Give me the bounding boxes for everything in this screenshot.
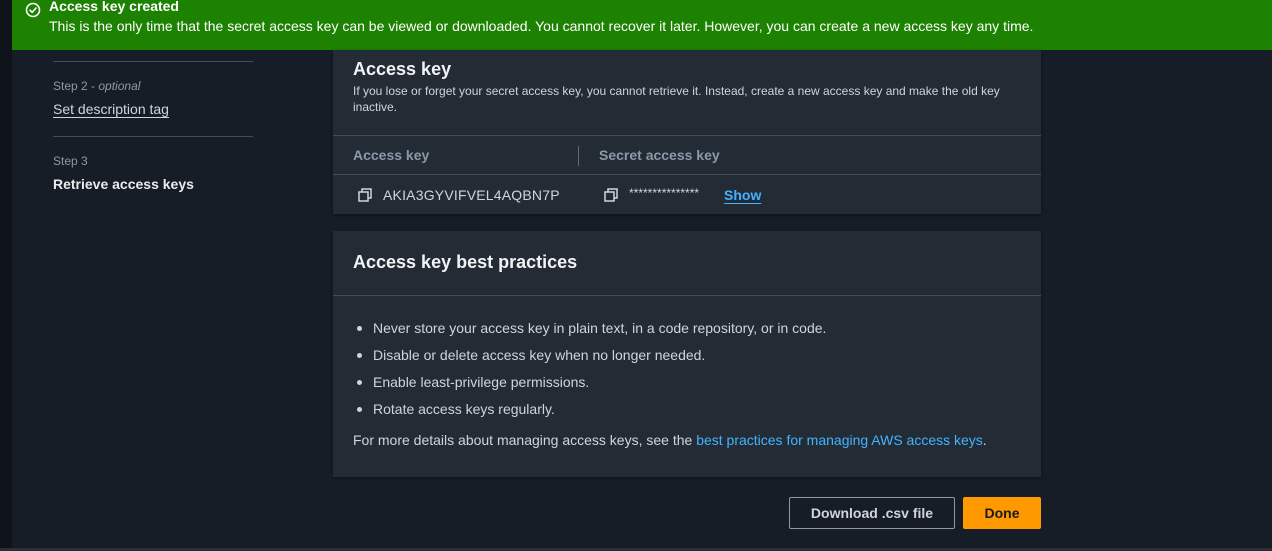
window-left-edge [0, 0, 12, 551]
flash-title: Access key created [49, 0, 179, 14]
list-item: Rotate access keys regularly. [353, 400, 826, 427]
more-details-prefix: For more details about managing access k… [353, 432, 697, 448]
done-button[interactable]: Done [963, 497, 1041, 529]
access-key-card: Access key If you lose or forget your se… [333, 50, 1041, 214]
list-item: Disable or delete access key when no lon… [353, 346, 826, 373]
step-2-optional: optional [98, 79, 141, 93]
success-check-icon [25, 2, 41, 18]
step-3-current: Retrieve access keys [53, 176, 194, 192]
column-separator [578, 146, 579, 166]
flash-message: This is the only time that the secret ac… [49, 18, 1034, 34]
best-practices-list: Never store your access key in plain tex… [353, 319, 826, 427]
table-row: AKIA3GYVIFVEL4AQBN7P *************** Sho… [333, 175, 1041, 214]
access-key-card-description: If you lose or forget your secret access… [353, 84, 1000, 114]
card-divider [333, 295, 1041, 296]
download-csv-button[interactable]: Download .csv file [789, 497, 955, 529]
access-key-card-title: Access key [353, 59, 452, 79]
step-2-link[interactable]: Set description tag [53, 101, 169, 117]
access-key-table-header: Access key Secret access key [333, 136, 1041, 174]
list-item: Enable least-privilege permissions. [353, 373, 826, 400]
show-secret-link[interactable]: Show [724, 187, 761, 203]
best-practices-title: Access key best practices [353, 252, 578, 272]
column-header-access-key: Access key [353, 147, 430, 163]
list-item: Never store your access key in plain tex… [353, 319, 826, 346]
step-2-number: Step 2 [53, 79, 88, 93]
more-details-suffix: . [982, 432, 987, 448]
copy-access-key-icon[interactable] [358, 188, 372, 202]
success-flash-banner: Access key created This is the only time… [12, 0, 1272, 50]
secret-access-key-masked: *************** [629, 186, 700, 200]
step-divider [53, 61, 253, 62]
step-divider [53, 136, 253, 137]
copy-secret-key-icon[interactable] [604, 188, 618, 202]
step-3-label: Step 3 [53, 154, 88, 168]
column-header-secret-access-key: Secret access key [599, 147, 720, 163]
access-key-id: AKIA3GYVIFVEL4AQBN7P [383, 187, 560, 203]
best-practices-card: Access key best practices Never store yo… [333, 231, 1041, 477]
step-2-label: Step 2 - optional [53, 79, 141, 93]
best-practices-link[interactable]: best practices for managing AWS access k… [696, 432, 983, 448]
more-details-text: For more details about managing access k… [353, 432, 987, 448]
